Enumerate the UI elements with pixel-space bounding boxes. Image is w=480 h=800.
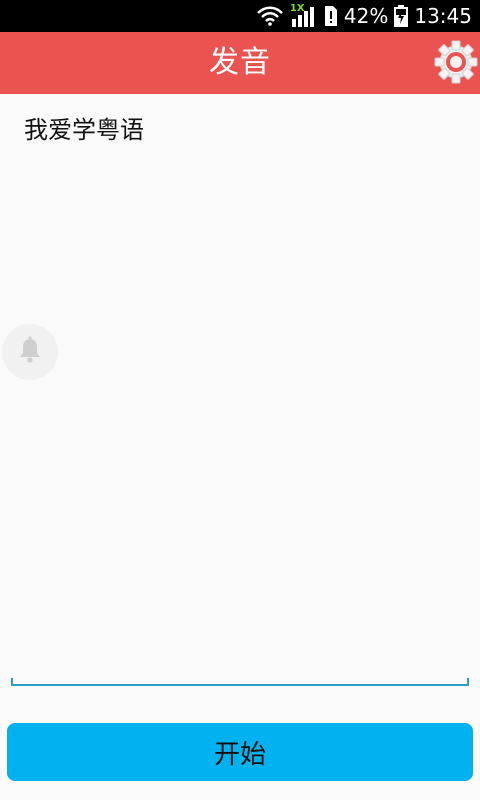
status-bar: 1X 42% 13:45 — [0, 0, 480, 32]
bell-icon — [17, 336, 43, 368]
clock: 13:45 — [414, 4, 472, 28]
battery-percent: 42% — [343, 4, 389, 28]
settings-button[interactable] — [432, 40, 480, 88]
gear-icon — [433, 39, 479, 89]
wifi-icon — [256, 6, 284, 26]
start-button[interactable]: 开始 — [7, 723, 473, 781]
text-input-value: 我爱学粤语 — [24, 116, 144, 144]
network-badge: 1X — [289, 3, 305, 14]
signal-icon: 1X — [289, 3, 316, 27]
main-content: 我爱学粤语 开始 — [0, 94, 480, 800]
text-input[interactable]: 我爱学粤语 — [11, 94, 469, 686]
battery-charging-icon — [394, 5, 409, 27]
page-title: 发音 — [209, 45, 271, 80]
status-indicators: 1X 42% 13:45 — [256, 0, 472, 32]
floating-bell-button[interactable] — [2, 324, 58, 380]
start-button-label: 开始 — [213, 739, 266, 770]
app-header: 发音 — [0, 32, 480, 94]
sim-alert-icon — [322, 5, 338, 27]
